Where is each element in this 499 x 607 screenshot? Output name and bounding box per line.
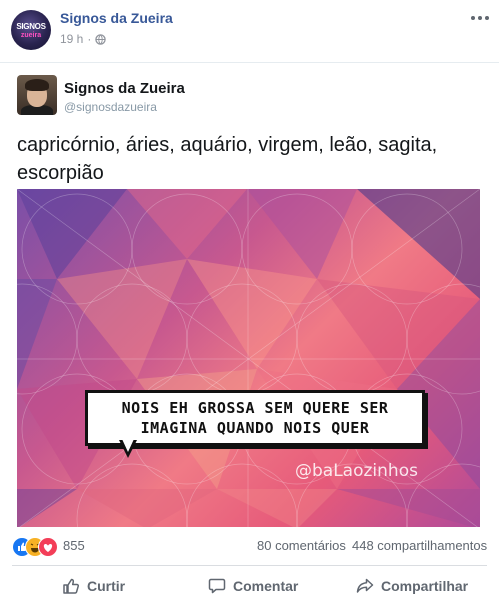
tweet-author-name: Signos da Zueira xyxy=(64,80,185,97)
comment-bubble-icon xyxy=(208,578,226,594)
love-reaction-icon xyxy=(38,537,58,557)
reactions-bar: 855 80 comentários 448 compartilhamentos xyxy=(0,534,499,558)
comments-count-link[interactable]: 80 comentários xyxy=(257,538,346,553)
post-actions-bar: Curtir Comentar Compartilhar xyxy=(0,567,499,605)
share-button[interactable]: Compartilhar xyxy=(356,571,468,601)
speech-bubble-line-1: NOIS EH GROSSA SEM QUERE SER xyxy=(121,399,389,417)
comment-button[interactable]: Comentar xyxy=(208,571,298,601)
share-button-label: Compartilhar xyxy=(381,578,469,594)
post-timestamp[interactable]: 19 h xyxy=(60,32,83,46)
avatar-logo-subtext: zueira xyxy=(20,32,42,39)
speech-bubble: NOIS EH GROSSA SEM QUERE SER IMAGINA QUA… xyxy=(85,390,425,446)
like-button-label: Curtir xyxy=(87,578,126,594)
page-avatar[interactable]: SIGNOS zueira xyxy=(11,10,51,50)
meta-separator: · xyxy=(87,32,92,46)
tweet-author-avatar xyxy=(17,75,57,115)
tweet-text: capricórnio, áries, aquário, virgem, leã… xyxy=(17,134,438,184)
shared-tweet-card[interactable]: Signos da Zueira @signosdazueira capricó… xyxy=(0,62,499,527)
thumbs-up-icon xyxy=(63,578,80,594)
tweet-image: NOIS EH GROSSA SEM QUERE SER IMAGINA QUA… xyxy=(17,189,480,527)
globe-icon xyxy=(95,33,107,45)
comment-button-label: Comentar xyxy=(233,578,299,594)
actions-divider xyxy=(12,565,487,566)
speech-bubble-line-2: IMAGINA QUANDO NOIS QUER xyxy=(140,419,370,437)
tweet-author-handle: @signosdazueira xyxy=(64,100,157,114)
share-arrow-icon xyxy=(356,578,374,593)
shares-count-link[interactable]: 448 compartilhamentos xyxy=(352,538,487,553)
post-header: SIGNOS zueira Signos da Zueira 19 h · xyxy=(0,0,499,58)
avatar-logo-text: SIGNOS xyxy=(16,22,46,31)
reaction-icons[interactable] xyxy=(12,537,60,557)
reaction-count[interactable]: 855 xyxy=(63,538,85,553)
speech-bubble-tail-inner xyxy=(122,439,134,452)
page-name-link[interactable]: Signos da Zueira xyxy=(60,10,173,26)
like-button[interactable]: Curtir xyxy=(62,571,125,601)
post-meta: 19 h · xyxy=(60,32,107,46)
image-watermark: @baLaozinhos xyxy=(295,461,418,481)
more-options-icon[interactable] xyxy=(468,10,492,26)
